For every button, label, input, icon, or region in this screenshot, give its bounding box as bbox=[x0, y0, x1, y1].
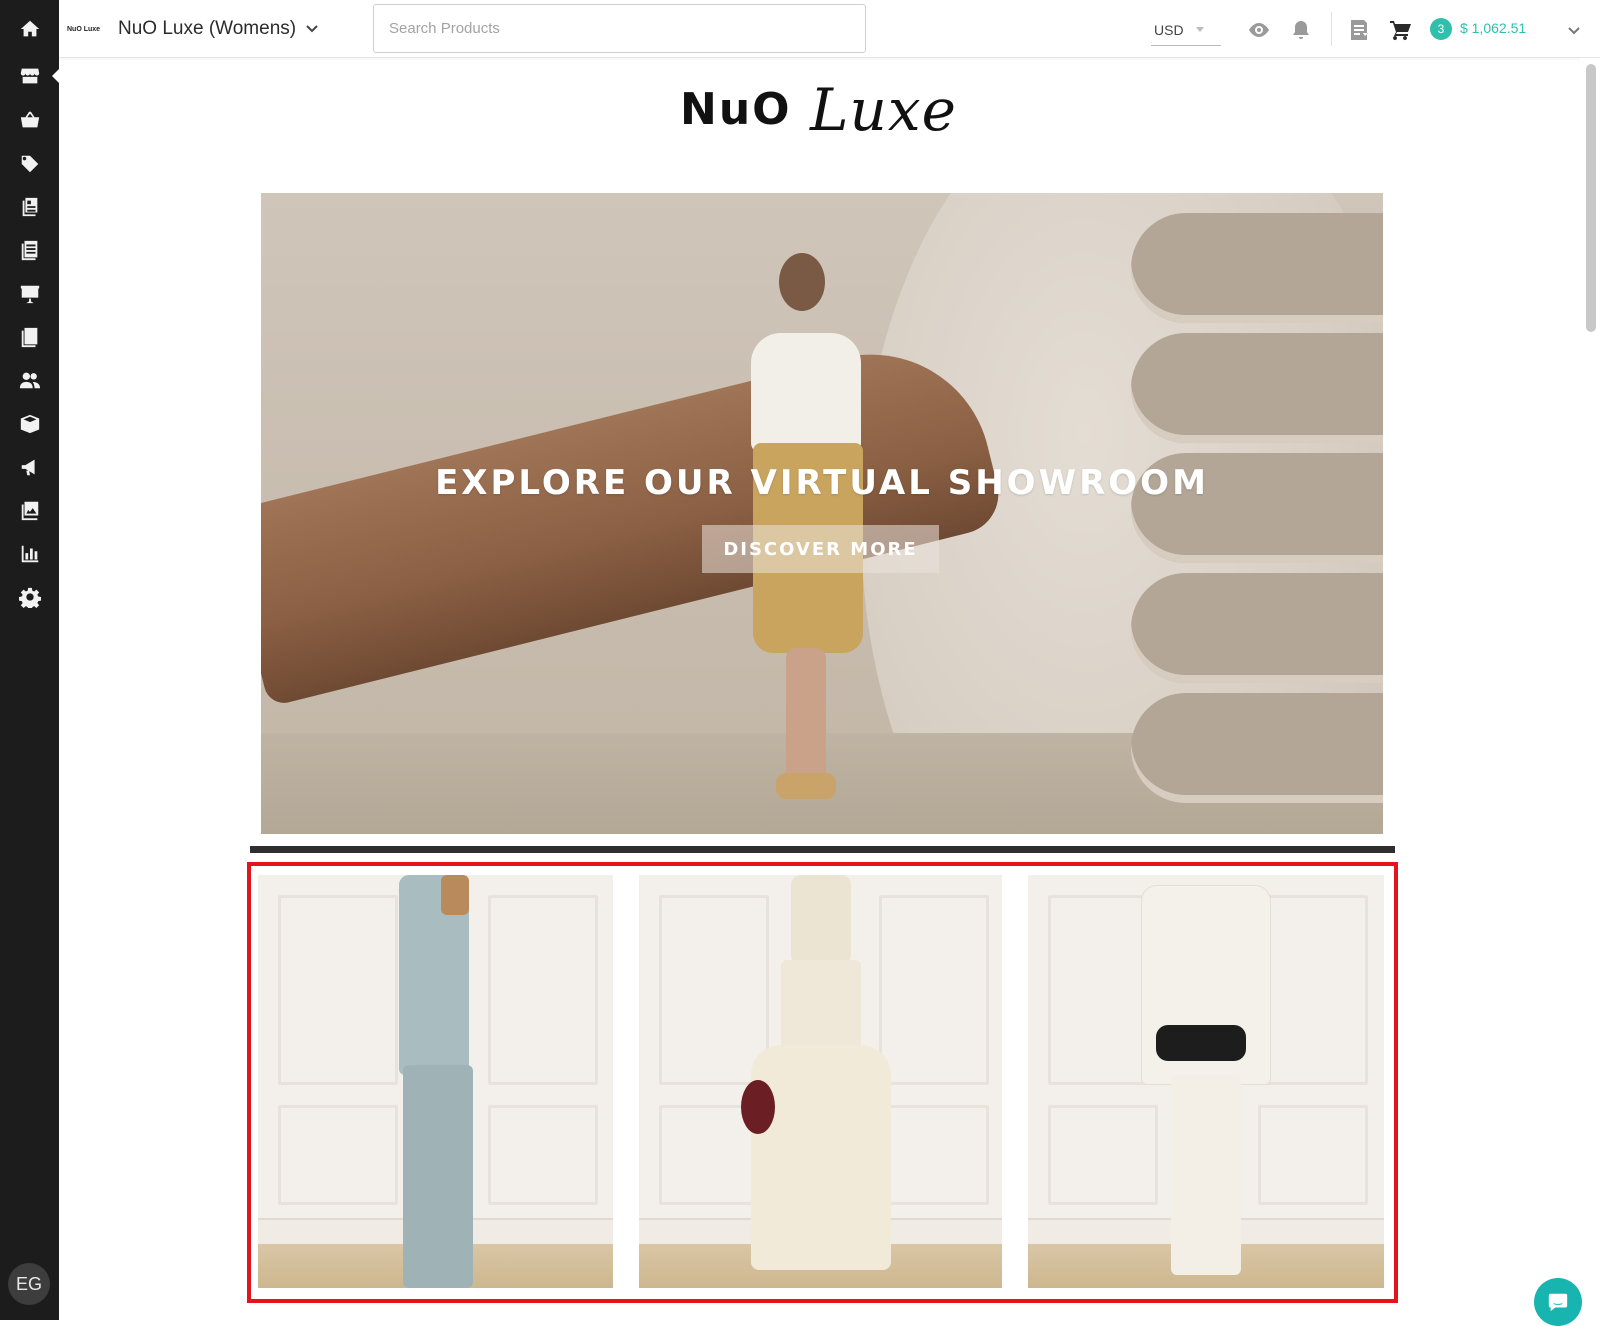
model-figure bbox=[1131, 875, 1281, 1288]
box-icon[interactable] bbox=[0, 403, 59, 445]
presentation-icon[interactable] bbox=[0, 273, 59, 315]
section-divider bbox=[250, 846, 1395, 853]
currency-select[interactable]: USD bbox=[1151, 14, 1221, 46]
toolbar-divider bbox=[1331, 12, 1332, 46]
cart-icon[interactable] bbox=[1389, 18, 1413, 42]
sidebar-nav: EG bbox=[0, 0, 60, 1320]
chat-icon bbox=[1548, 1293, 1568, 1312]
model-figure bbox=[740, 875, 901, 1288]
chat-widget-button[interactable] bbox=[1534, 1278, 1582, 1326]
avatar[interactable]: EG bbox=[8, 1263, 50, 1305]
hero-shelves bbox=[1101, 193, 1383, 834]
store-logo-mini[interactable]: NuO Luxe bbox=[67, 20, 111, 38]
model-figure bbox=[381, 875, 491, 1288]
logo-primary: NuO bbox=[680, 84, 792, 135]
logo-script: Luxe bbox=[810, 76, 957, 144]
scrollbar-thumb[interactable] bbox=[1586, 64, 1596, 332]
storefront-icon[interactable] bbox=[0, 55, 59, 97]
discover-more-button[interactable]: DISCOVER MORE bbox=[702, 525, 939, 573]
top-bar: NuO Luxe NuO Luxe (Womens) USD 3 $ 1,062… bbox=[59, 0, 1600, 58]
chevron-down-icon[interactable] bbox=[1567, 24, 1581, 38]
basket-icon[interactable] bbox=[0, 99, 59, 141]
product-tile-2[interactable] bbox=[639, 875, 1002, 1288]
cart-total[interactable]: $ 1,062.51 bbox=[1460, 20, 1526, 36]
brand-logo: NuO Luxe bbox=[680, 76, 960, 154]
currency-value: USD bbox=[1154, 21, 1184, 38]
home-icon[interactable] bbox=[0, 8, 59, 50]
hero-title: EXPLORE OUR VIRTUAL SHOWROOM bbox=[435, 463, 1209, 503]
book-icon[interactable] bbox=[0, 229, 59, 271]
checklist-icon[interactable] bbox=[0, 316, 59, 358]
bell-icon[interactable] bbox=[1289, 18, 1313, 42]
chevron-down-icon[interactable] bbox=[305, 22, 319, 36]
megaphone-icon[interactable] bbox=[0, 446, 59, 488]
caret-down-icon bbox=[1195, 27, 1204, 32]
order-form-icon[interactable] bbox=[1347, 18, 1371, 42]
product-tile-3[interactable] bbox=[1028, 875, 1384, 1288]
active-indicator bbox=[52, 68, 60, 84]
users-icon[interactable] bbox=[0, 359, 59, 401]
product-tile-1[interactable] bbox=[258, 875, 613, 1288]
gear-icon[interactable] bbox=[0, 576, 59, 618]
cart-count-badge[interactable]: 3 bbox=[1430, 18, 1452, 40]
bar-chart-icon[interactable] bbox=[0, 533, 59, 575]
catalog-icon[interactable] bbox=[0, 186, 59, 228]
tag-icon[interactable] bbox=[0, 143, 59, 185]
search-input[interactable] bbox=[373, 4, 866, 53]
store-name[interactable]: NuO Luxe (Womens) bbox=[118, 18, 296, 40]
images-icon[interactable] bbox=[0, 489, 59, 531]
hero-banner[interactable]: EXPLORE OUR VIRTUAL SHOWROOM DISCOVER MO… bbox=[261, 193, 1383, 834]
page-scrollbar[interactable] bbox=[1580, 58, 1600, 1320]
eye-icon[interactable] bbox=[1247, 18, 1271, 42]
